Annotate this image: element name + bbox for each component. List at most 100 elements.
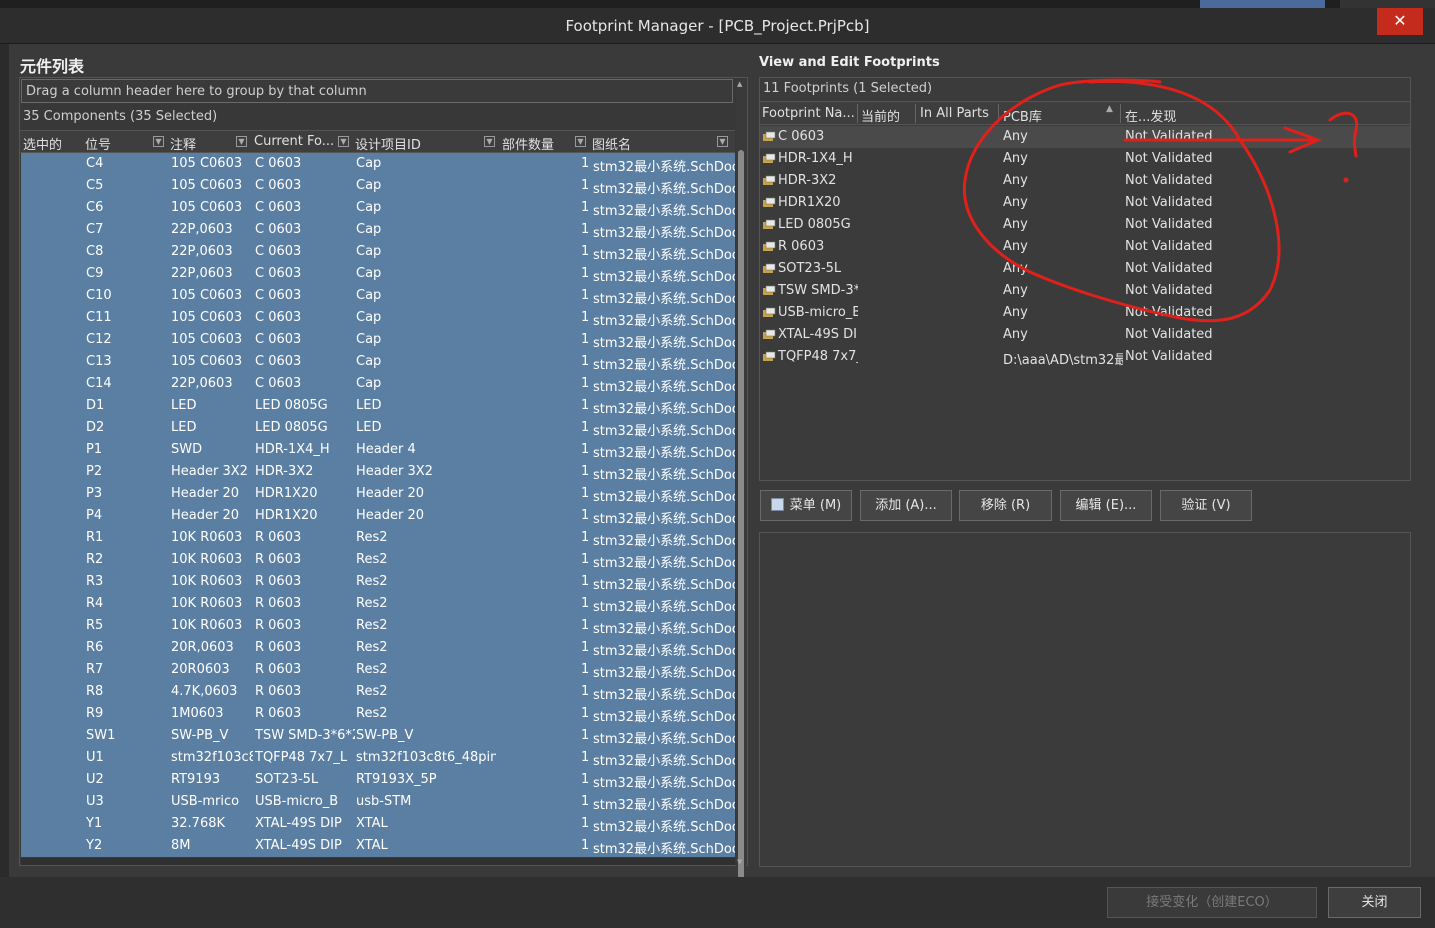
- table-row[interactable]: P2 Header 3X2 HDR-3X2 Header 3X2 1 stm32最小系统.…: [21, 461, 735, 483]
- part-count-cell: 1: [581, 288, 590, 303]
- filter-icon[interactable]: ▼: [575, 136, 586, 147]
- table-row[interactable]: R4 10K R0603 R 0603 Res2 1 stm32最小系统.SchDoc: [21, 593, 735, 615]
- table-row[interactable]: P4 Header 20 HDR1X20 Header 20 1 stm32最小系统.Sc…: [21, 505, 735, 527]
- table-row[interactable]: R3 10K R0603 R 0603 Res2 1 stm32最小系统.SchDoc: [21, 571, 735, 593]
- sheet-name-cell: stm32最小系统.SchDoc: [593, 380, 735, 395]
- col-pcb-library[interactable]: PCB库: [1003, 106, 1042, 125]
- table-row[interactable]: Y2 8M XTAL-49S DIP XTAL 1 stm32最小系统.SchDoc: [21, 835, 735, 857]
- table-row[interactable]: C9 22P,0603 C 0603 Cap 1 stm32最小系统.SchDoc: [21, 263, 735, 285]
- col-current-footprint[interactable]: Current Fo...: [254, 134, 334, 149]
- table-row[interactable]: C12 105 C0603 C 0603 Cap 1 stm32最小系统.SchDoc: [21, 329, 735, 351]
- comment-cell: 105 C0603: [171, 178, 243, 193]
- table-row[interactable]: D1 LED LED 0805G LED 1 stm32最小系统.SchDoc: [21, 395, 735, 417]
- footprint-row[interactable]: HDR-3X2 Any Not Validated: [760, 170, 1410, 192]
- table-row[interactable]: R8 4.7K,0603 R 0603 Res2 1 stm32最小系统.SchDoc: [21, 681, 735, 703]
- footprint-row[interactable]: XTAL-49S DI Any Not Validated: [760, 324, 1410, 346]
- filter-icon[interactable]: ▼: [484, 136, 495, 147]
- horizontal-scrollbar[interactable]: [21, 858, 735, 865]
- design-item-id-cell: Header 20: [356, 486, 425, 501]
- col-current[interactable]: 当前的: [861, 106, 900, 125]
- table-row[interactable]: SW1 SW-PB_V TSW SMD-3*6*2 SW-PB_V 1 stm32最小系统…: [21, 725, 735, 747]
- comment-cell: 105 C0603: [171, 332, 243, 347]
- footprint-cell: R 0603: [255, 706, 302, 721]
- col-designator[interactable]: 位号: [85, 134, 111, 153]
- footprint-row[interactable]: HDR1X20 Any Not Validated: [760, 192, 1410, 214]
- remove-button[interactable]: 移除 (R): [959, 490, 1052, 521]
- table-row[interactable]: C6 105 C0603 C 0603 Cap 1 stm32最小系统.SchDoc: [21, 197, 735, 219]
- table-row[interactable]: C14 22P,0603 C 0603 Cap 1 stm32最小系统.SchDoc: [21, 373, 735, 395]
- found-in-cell: Not Validated: [1125, 283, 1213, 298]
- part-count-cell: 1: [581, 486, 590, 501]
- footprint-row[interactable]: USB-micro_B Any Not Validated: [760, 302, 1410, 324]
- edit-button[interactable]: 编辑 (E)...: [1060, 490, 1152, 521]
- footprint-name-cell: HDR-3X2: [778, 173, 837, 188]
- comment-cell: 10K R0603: [171, 530, 243, 545]
- comment-cell: 105 C0603: [171, 310, 243, 325]
- table-row[interactable]: P3 Header 20 HDR1X20 Header 20 1 stm32最小系统.Sc…: [21, 483, 735, 505]
- footprint-row[interactable]: TQFP48 7x7_ D:\aaa\AD\stm32最 Not Validated: [760, 346, 1410, 368]
- table-row[interactable]: U2 RT9193 SOT23-5L RT9193X_5P 1 stm32最小系统.Sch…: [21, 769, 735, 791]
- table-row[interactable]: P1 SWD HDR-1X4_H Header 4 1 stm32最小系统.SchDoc: [21, 439, 735, 461]
- table-row[interactable]: C4 105 C0603 C 0603 Cap 1 stm32最小系统.SchDoc: [21, 153, 735, 175]
- table-row[interactable]: C8 22P,0603 C 0603 Cap 1 stm32最小系统.SchDoc: [21, 241, 735, 263]
- col-comment[interactable]: 注释: [170, 134, 196, 153]
- table-row[interactable]: C7 22P,0603 C 0603 Cap 1 stm32最小系统.SchDoc: [21, 219, 735, 241]
- validate-button[interactable]: 验证 (V): [1160, 490, 1252, 521]
- component-scrollbar[interactable]: ▲ ▼: [736, 80, 746, 920]
- footprint-table-header: Footprint Na... 当前的 In All Parts PCB库 ▲ …: [760, 101, 1410, 125]
- col-selected[interactable]: 选中的: [23, 134, 62, 153]
- table-row[interactable]: C10 105 C0603 C 0603 Cap 1 stm32最小系统.SchDoc: [21, 285, 735, 307]
- footprint-row[interactable]: R 0603 Any Not Validated: [760, 236, 1410, 258]
- col-footprint-name[interactable]: Footprint Na...: [762, 106, 855, 121]
- designator-cell: R1: [86, 530, 104, 545]
- footprint-row[interactable]: TSW SMD-3* Any Not Validated: [760, 280, 1410, 302]
- login-button[interactable]: [1200, 0, 1325, 8]
- footprint-row[interactable]: C 0603 Any Not Validated: [760, 126, 1410, 148]
- table-row[interactable]: R1 10K R0603 R 0603 Res2 1 stm32最小系统.SchDoc: [21, 527, 735, 549]
- col-part-count[interactable]: 部件数量: [502, 134, 554, 153]
- group-by-bar[interactable]: Drag a column header here to group by th…: [21, 79, 733, 103]
- footprint-row[interactable]: HDR-1X4_H Any Not Validated: [760, 148, 1410, 170]
- accept-changes-button[interactable]: 接受变化（创建ECO）: [1107, 887, 1317, 918]
- col-sheet-name[interactable]: 图纸名: [592, 134, 631, 153]
- table-row[interactable]: R6 20R,0603 R 0603 Res2 1 stm32最小系统.SchDoc: [21, 637, 735, 659]
- close-button[interactable]: 关闭: [1328, 887, 1421, 918]
- designator-cell: C7: [86, 222, 104, 237]
- table-row[interactable]: R5 10K R0603 R 0603 Res2 1 stm32最小系统.SchDoc: [21, 615, 735, 637]
- pcb-library-cell: Any: [1003, 239, 1028, 254]
- filter-icon[interactable]: ▼: [153, 136, 164, 147]
- pcb-library-cell: Any: [1003, 151, 1028, 166]
- add-button[interactable]: 添加 (A)...: [860, 490, 952, 521]
- design-item-id-cell: Res2: [356, 574, 388, 589]
- footprint-row[interactable]: LED 0805G Any Not Validated: [760, 214, 1410, 236]
- filter-icon[interactable]: ▼: [236, 136, 247, 147]
- footprint-cell: C 0603: [255, 332, 302, 347]
- col-in-all-parts[interactable]: In All Parts: [920, 106, 989, 121]
- table-row[interactable]: C13 105 C0603 C 0603 Cap 1 stm32最小系统.SchDoc: [21, 351, 735, 373]
- pcb-library-cell: Any: [1003, 327, 1028, 342]
- designator-cell: C6: [86, 200, 104, 215]
- part-count-cell: 1: [581, 376, 590, 391]
- table-row[interactable]: R2 10K R0603 R 0603 Res2 1 stm32最小系统.SchDoc: [21, 549, 735, 571]
- table-row[interactable]: U3 USB-mrico USB-micro_B usb-STM 1 stm32最小系统.…: [21, 791, 735, 813]
- part-count-cell: 1: [581, 552, 590, 567]
- footprint-row[interactable]: SOT23-5L Any Not Validated: [760, 258, 1410, 280]
- table-row[interactable]: C11 105 C0603 C 0603 Cap 1 stm32最小系统.SchDoc: [21, 307, 735, 329]
- filter-icon[interactable]: ▼: [717, 136, 728, 147]
- table-row[interactable]: U1 stm32f103c8t6TQFP48 7x7_L stm32f103c8t6…: [21, 747, 735, 769]
- sheet-name-cell: stm32最小系统.SchDoc: [593, 820, 735, 835]
- scroll-down-icon[interactable]: ▼: [737, 858, 742, 866]
- table-row[interactable]: Y1 32.768K XTAL-49S DIP XTAL 1 stm32最小系统.SchD…: [21, 813, 735, 835]
- table-row[interactable]: R7 20R0603 R 0603 Res2 1 stm32最小系统.SchDoc: [21, 659, 735, 681]
- table-row[interactable]: D2 LED LED 0805G LED 1 stm32最小系统.SchDoc: [21, 417, 735, 439]
- component-table-body: C4 105 C0603 C 0603 Cap 1 stm32最小系统.SchDoc C5 1…: [21, 153, 735, 857]
- scrollbar-thumb[interactable]: [738, 150, 744, 920]
- table-row[interactable]: C5 105 C0603 C 0603 Cap 1 stm32最小系统.SchDoc: [21, 175, 735, 197]
- col-found-in[interactable]: 在...发现: [1125, 106, 1176, 125]
- table-row[interactable]: R9 1M0603 R 0603 Res2 1 stm32最小系统.SchDoc: [21, 703, 735, 725]
- scroll-up-icon[interactable]: ▲: [737, 80, 742, 88]
- col-design-item-id[interactable]: 设计项目ID: [355, 134, 421, 153]
- close-window-button[interactable]: ✕: [1377, 8, 1423, 35]
- filter-icon[interactable]: ▼: [338, 136, 349, 147]
- menu-button[interactable]: 菜单 (M): [760, 490, 852, 521]
